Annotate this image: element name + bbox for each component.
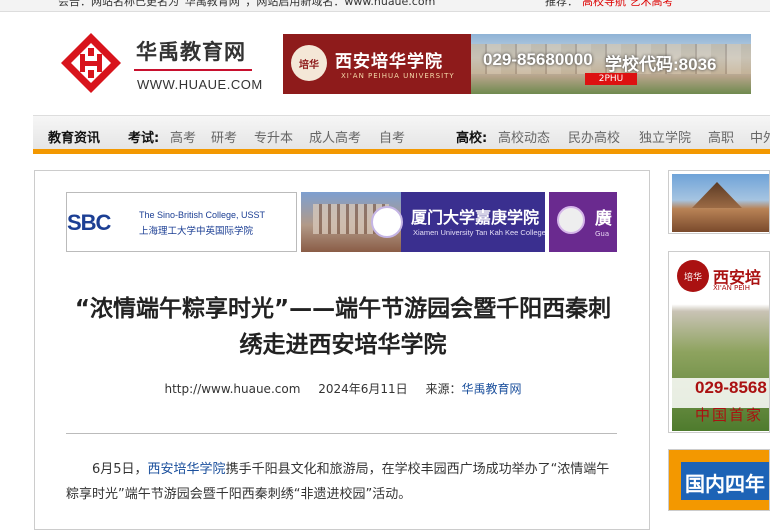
main-nav: 教育资讯 考试: 高考 研考 专升本 成人高考 自考 高校: 高校动态 民办高校… (33, 115, 770, 149)
top-notice-bar: 会告：网站名称已更名为“华禹教育网”，网站启用新域名：www.huaue.com… (0, 0, 770, 12)
side-ad-3[interactable]: 国内四年 (668, 449, 770, 511)
article-body: 6月5日，西安培华学院携手千阳县文化和旅游局，在学校丰园西广场成功举办了“浓情端… (66, 457, 619, 507)
xmu-emblem-icon (371, 206, 403, 238)
body-school-link[interactable]: 西安培华学院 (148, 462, 226, 477)
ad-xmu[interactable]: 厦门大学嘉庚学院 Xiamen University Tan Kah Kee C… (301, 192, 545, 252)
top-ad-banner[interactable]: 培华 西安培华学院 XI'AN PEIHUA UNIVERSITY 029-85… (283, 34, 751, 94)
side-ad-1-photo (672, 174, 769, 232)
banner-school-name: 西安培华学院 (335, 52, 443, 72)
side-ad-2-en: XI'AN PEIH (713, 284, 751, 292)
side-seal-icon: 培华 (677, 260, 709, 292)
article-title: “浓情端午粽享时光”——端午节游园会暨千阳西秦刺绣走进西安培华学院 (74, 296, 612, 358)
nav-college-label: 高校: (456, 131, 488, 146)
third-name-en: Gua (595, 230, 610, 238)
notice-text: 会告：网站名称已更名为“华禹教育网”，网站启用新域名：www.huaue.com (58, 0, 436, 8)
banner-school-code: 学校代码:8036 (605, 55, 717, 74)
nav-college-vocational[interactable]: 高职 (708, 127, 734, 146)
nav-exam-gaokao[interactable]: 高考 (170, 127, 196, 146)
article-divider (66, 433, 617, 434)
side-ad-1[interactable] (668, 170, 770, 234)
body-prefix: 6月5日， (92, 462, 148, 477)
nav-college-sinoforeign[interactable]: 中外 (750, 127, 770, 146)
ad-third[interactable]: 廣 Gua (549, 192, 617, 252)
article-meta: http://www.huaue.com 2024年6月11日 来源：华禹教育网 (65, 380, 621, 397)
side-ad-2-cn: 中国首家 (695, 406, 764, 424)
nav-underline (33, 149, 770, 154)
xmu-name-cn: 厦门大学嘉庚学院 (411, 208, 540, 227)
banner-school-en: XI'AN PEIHUA UNIVERSITY (341, 72, 455, 80)
sbc-en: The Sino-British College, USST (139, 210, 266, 220)
nav-college-private[interactable]: 民办高校 (568, 127, 620, 146)
article-source[interactable]: 华禹教育网 (462, 382, 522, 396)
article-url: http://www.huaue.com (164, 382, 301, 396)
article-source-label: 来源： (425, 382, 462, 396)
sbc-logo: SBC (67, 210, 111, 235)
school-seal-icon: 培华 (291, 45, 327, 81)
nav-exam-label: 考试: (128, 131, 160, 146)
nav-exam-zhuanshengben[interactable]: 专升本 (254, 127, 293, 146)
sbc-cn: 上海理工大学中英国际学院 (139, 226, 254, 237)
ad-sbc[interactable]: SBC The Sino-British College, USST 上海理工大… (66, 192, 297, 252)
nav-college-news[interactable]: 高校动态 (498, 127, 550, 146)
site-logo-icon[interactable] (60, 32, 122, 94)
third-name-cn: 廣 (595, 209, 612, 229)
logo-divider (134, 69, 252, 71)
nav-exam-chengren[interactable]: 成人高考 (309, 127, 361, 146)
site-domain: WWW.HUAUE.COM (137, 77, 263, 92)
site-name[interactable]: 华禹教育网 (136, 36, 246, 66)
nav-news[interactable]: 教育资讯 (48, 127, 100, 146)
article-panel: SBC The Sino-British College, USST 上海理工大… (34, 170, 650, 530)
side-ad-3-text: 国内四年 (681, 462, 769, 500)
third-emblem-icon (557, 206, 585, 234)
recommend-links[interactable]: 高校导航 艺术高考 (582, 0, 674, 9)
nav-college-independent[interactable]: 独立学院 (639, 127, 691, 146)
xmu-name-en: Xiamen University Tan Kah Kee College (413, 228, 545, 237)
nav-exam-zikao[interactable]: 自考 (379, 127, 405, 146)
nav-exam-yankao[interactable]: 研考 (211, 127, 237, 146)
article-date: 2024年6月11日 (318, 382, 408, 396)
recommend-label: 推荐： (545, 0, 578, 8)
banner-flag: 2PHU (585, 73, 637, 85)
banner-phone: 029-85680000 (483, 50, 593, 69)
side-ad-2[interactable]: 培华 西安培 XI'AN PEIH 029-8568 中国首家 (668, 251, 770, 433)
